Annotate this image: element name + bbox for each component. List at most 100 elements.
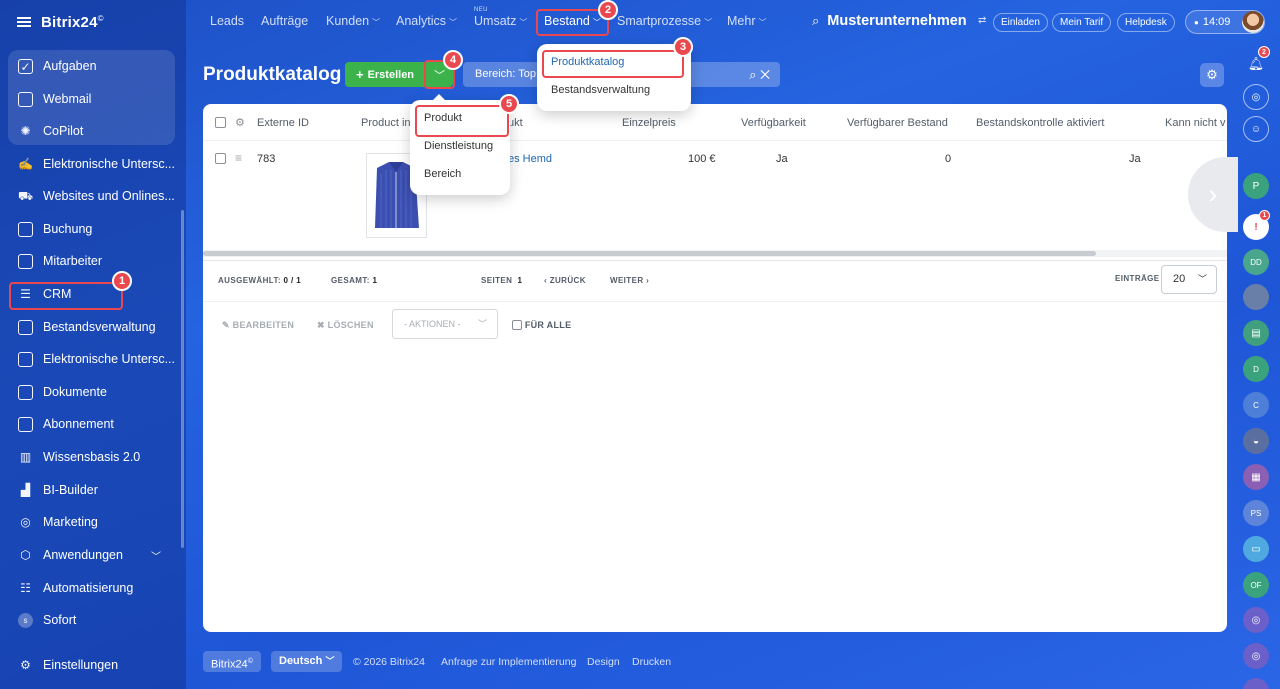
sidebar-item-anwendungen[interactable]: ⬡ Anwendungen ﹀: [8, 539, 175, 571]
avatar-ps[interactable]: PS: [1243, 500, 1269, 526]
mail-icon: [18, 91, 33, 107]
menu-item-bestandsverwaltung[interactable]: Bestandsverwaltung: [551, 84, 650, 96]
sidebar-scrollbar[interactable]: [181, 210, 184, 548]
sidebar-item-websites[interactable]: ⛟ Websites und Onlines...: [8, 180, 175, 212]
menu-item-bereich[interactable]: Bereich: [424, 168, 461, 180]
sidebar-item-sofort[interactable]: s Sofort: [8, 604, 175, 636]
avatar-c[interactable]: C: [1243, 392, 1269, 418]
horizontal-scrollbar[interactable]: [203, 251, 1096, 256]
document-icon: [18, 384, 33, 400]
cell-price: 100 €: [688, 153, 716, 165]
swap-icon[interactable]: ⇄: [978, 15, 986, 26]
sidebar-item-webmail[interactable]: Webmail: [8, 83, 175, 115]
message-icon[interactable]: ▭: [1243, 536, 1269, 562]
callout-crm: [9, 282, 123, 310]
search-icon[interactable]: ⌕: [1243, 678, 1269, 689]
company-search[interactable]: ⌕ Musterunternehmen: [812, 13, 967, 29]
copilot-chat-icon[interactable]: ◎: [1243, 607, 1269, 633]
sidebar-item-aufgaben[interactable]: ✓ Aufgaben: [8, 50, 175, 82]
checkbox[interactable]: [512, 320, 522, 330]
per-page-select[interactable]: 20 ﹀: [1161, 265, 1217, 294]
implementation-link[interactable]: Anfrage zur Implementierung: [441, 656, 576, 668]
sidebar-item-automatisierung[interactable]: ☷ Automatisierung: [8, 572, 175, 604]
invite-button[interactable]: Einladen: [993, 13, 1048, 32]
print-link[interactable]: Drucken: [632, 656, 671, 668]
callout-produktkatalog: [542, 50, 684, 78]
column-settings-icon[interactable]: ⚙: [235, 116, 245, 129]
user-avatar[interactable]: [1242, 11, 1264, 33]
sidebar-item-wissensbasis[interactable]: ▥ Wissensbasis 2.0: [8, 441, 175, 473]
avatar-d[interactable]: D: [1243, 356, 1269, 382]
sidebar-item-bi-builder[interactable]: ▟ BI-Builder: [8, 474, 175, 506]
menu-item-dienstleistung[interactable]: Dienstleistung: [424, 140, 493, 152]
column-cannot[interactable]: Kann nicht v: [1165, 117, 1226, 129]
next-page-button[interactable]: WEITER ›: [610, 276, 649, 285]
cell-availability: Ja: [776, 153, 788, 165]
avatar-p[interactable]: P: [1243, 173, 1269, 199]
chat-icon[interactable]: ☺: [1243, 116, 1269, 142]
sidebar-item-einstellungen[interactable]: ⚙ Einstellungen: [8, 649, 175, 681]
sidebar-item-marketing[interactable]: ◎ Marketing: [8, 506, 175, 538]
tariff-button[interactable]: Mein Tarif: [1052, 13, 1112, 32]
cell-cannot: Ja: [1129, 153, 1141, 165]
nav-leads[interactable]: Leads: [210, 14, 244, 28]
sidebar-item-bestandsverwaltung[interactable]: Bestandsverwaltung: [8, 311, 175, 343]
sidebar-item-buchung[interactable]: Buchung: [8, 213, 175, 245]
edit-action[interactable]: ✎ BEARBEITEN: [222, 320, 294, 331]
language-select[interactable]: Deutsch ﹀: [271, 651, 343, 672]
nav-umsatz[interactable]: Umsatz ﹀: [474, 14, 527, 28]
column-price[interactable]: Einzelpreis: [622, 117, 676, 129]
cart-icon: ⛟: [18, 188, 34, 203]
document-sign-icon: [18, 351, 33, 367]
calendar-icon[interactable]: ▦: [1243, 464, 1269, 490]
sidebar-item-mitarbeiter[interactable]: Mitarbeiter: [8, 245, 175, 277]
gear-icon: ⚙: [20, 657, 31, 672]
column-stock-control[interactable]: Bestandskontrolle aktiviert: [976, 117, 1104, 129]
new-badge: NEU: [474, 7, 488, 13]
sidebar-item-esign[interactable]: ✍ Elektronische Untersc...: [8, 148, 175, 180]
footer-brand[interactable]: Bitrix24©: [203, 651, 261, 672]
actions-select[interactable]: - AKTIONEN - ﹀: [392, 309, 498, 339]
nav-auftraege[interactable]: Aufträge: [261, 14, 308, 28]
robot-icon: ☷: [20, 580, 31, 595]
for-all-checkbox[interactable]: FÜR ALLE: [512, 320, 571, 330]
column-availability[interactable]: Verfügbarkeit: [741, 117, 806, 129]
create-button[interactable]: + Erstellen: [345, 62, 425, 87]
column-available-stock[interactable]: Verfügbarer Bestand: [847, 117, 948, 129]
contact-card-icon[interactable]: ▤: [1243, 320, 1269, 346]
entries-label: EINTRÄGE: [1115, 274, 1160, 283]
avatar-of[interactable]: OF: [1243, 572, 1269, 598]
scroll-right-arrow[interactable]: ›: [1188, 157, 1238, 232]
helpdesk-button[interactable]: Helpdesk: [1117, 13, 1175, 32]
avatar-photo[interactable]: [1243, 284, 1269, 310]
group-avatar[interactable]: ◒: [1243, 428, 1269, 454]
row-checkbox[interactable]: [215, 153, 226, 164]
search-clear-icons[interactable]: ⌕ ✕: [749, 62, 770, 87]
row-menu-icon[interactable]: ≡: [235, 151, 242, 165]
settings-button[interactable]: ⚙: [1200, 63, 1224, 87]
column-product-image[interactable]: Product in: [361, 117, 411, 129]
avatar-dd[interactable]: DD: [1243, 249, 1269, 275]
nav-smartprozesse[interactable]: Smartprozesse ﹀: [617, 14, 712, 28]
chevron-left-icon: ‹: [544, 276, 548, 285]
cell-product-name[interactable]: es Hemd: [508, 153, 552, 165]
delete-action[interactable]: ✖ LÖSCHEN: [317, 320, 374, 331]
copilot-chat-2-icon[interactable]: ◎: [1243, 643, 1269, 669]
nav-mehr[interactable]: Mehr ﹀: [727, 14, 766, 28]
logo[interactable]: Bitrix24©: [41, 14, 104, 31]
column-external-id[interactable]: Externe ID: [257, 117, 309, 129]
column-product[interactable]: ukt: [508, 117, 523, 129]
chevron-down-icon: ﹀: [704, 18, 713, 27]
nav-kunden[interactable]: Kunden ﹀: [326, 14, 380, 28]
copilot-icon[interactable]: ◎: [1243, 84, 1269, 110]
sidebar-item-copilot[interactable]: ✺ CoPilot: [8, 115, 175, 147]
sidebar-item-dokumente[interactable]: Dokumente: [8, 376, 175, 408]
prev-page-button[interactable]: ‹ ZURÜCK: [544, 276, 586, 285]
sidebar-item-abonnement[interactable]: Abonnement: [8, 408, 175, 440]
design-link[interactable]: Design: [587, 656, 620, 668]
menu-icon[interactable]: [17, 17, 31, 27]
nav-analytics[interactable]: Analytics ﹀: [396, 14, 457, 28]
logo-row[interactable]: Bitrix24©: [17, 12, 104, 32]
sidebar-item-esign-2[interactable]: Elektronische Untersc...: [8, 343, 175, 375]
select-all-checkbox[interactable]: [215, 117, 226, 128]
